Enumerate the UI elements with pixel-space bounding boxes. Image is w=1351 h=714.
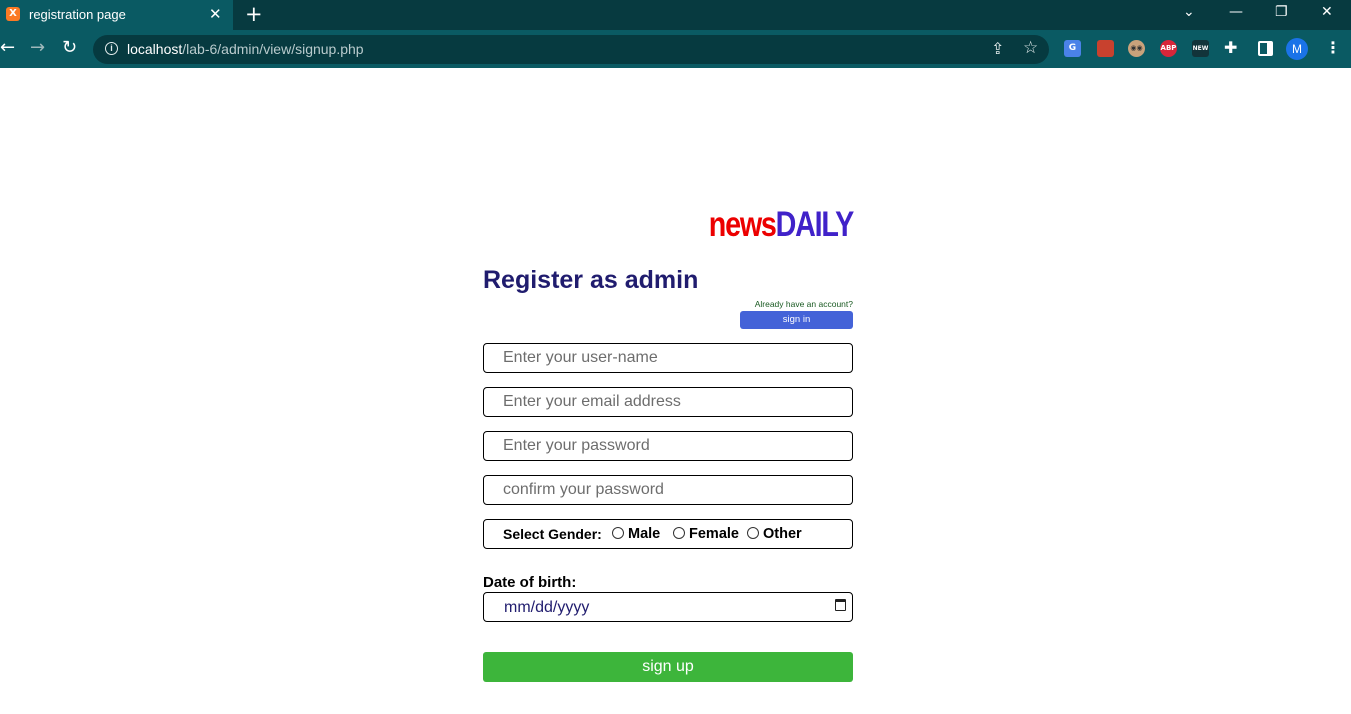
browser-tab-strip: X registration page ✕ + ⌄ — ❐ ✕ [0,0,1351,30]
dob-input[interactable]: mm/dd/yyyy [483,592,853,622]
email-input[interactable] [483,387,853,417]
bookmark-star-icon[interactable]: ☆ [1023,38,1038,58]
gender-radio-female[interactable] [673,527,685,539]
menu-kebab-icon[interactable]: ⋮ [1325,38,1341,58]
site-info-icon[interactable]: i [105,42,118,55]
sign-up-button[interactable]: sign up [483,652,853,682]
sign-in-button[interactable]: sign in [740,311,853,329]
gender-option-female[interactable]: Female [689,526,739,542]
forward-icon[interactable]: → [30,38,45,58]
username-input[interactable] [483,343,853,373]
gender-selector: Select Gender: Male Female Other [483,519,853,549]
dob-label: Date of birth: [483,574,577,591]
back-icon[interactable]: ← [0,38,15,58]
side-panel-icon[interactable] [1258,41,1273,56]
browser-toolbar: ← → ↻ i localhost/lab-6/admin/view/signu… [0,30,1351,68]
new-tab-button[interactable]: + [245,3,263,25]
gender-radio-other[interactable] [747,527,759,539]
already-account-text: Already have an account? [754,299,853,309]
password-input[interactable] [483,431,853,461]
extensions-puzzle-icon[interactable]: ✚ [1224,38,1237,57]
gender-radio-male[interactable] [612,527,624,539]
address-bar[interactable]: i localhost/lab-6/admin/view/signup.php … [93,35,1049,64]
restore-icon[interactable]: ❐ [1275,3,1288,21]
browser-tab[interactable]: X registration page ✕ [0,0,233,30]
calendar-icon[interactable] [835,599,846,611]
gender-option-other[interactable]: Other [763,526,802,542]
dob-value[interactable]: mm/dd/yyyy [504,599,589,617]
tab-title: registration page [29,7,126,22]
adblock-plus-icon[interactable]: ABP [1160,40,1177,57]
gender-label: Select Gender: [503,526,602,542]
tab-search-icon[interactable]: ⌄ [1183,3,1195,21]
reload-icon[interactable]: ↻ [62,38,77,58]
url-text[interactable]: localhost/lab-6/admin/view/signup.php [127,41,364,57]
google-translate-icon[interactable]: G [1064,40,1081,57]
gender-option-male[interactable]: Male [628,526,660,542]
profile-avatar[interactable]: M [1286,38,1308,60]
close-window-icon[interactable]: ✕ [1321,3,1333,21]
site-logo: newsDAILY [708,205,854,244]
xampp-icon: X [6,7,20,21]
tab-close-icon[interactable]: ✕ [209,5,222,23]
page-title: Register as admin [483,266,699,294]
new-extension-icon[interactable]: NEW [1192,40,1209,57]
share-icon[interactable]: ⇪ [991,39,1004,58]
book-extension-icon[interactable] [1097,40,1114,57]
minimize-icon[interactable]: — [1229,3,1243,21]
owl-extension-icon[interactable]: ◉◉ [1128,40,1145,57]
confirm-password-input[interactable] [483,475,853,505]
